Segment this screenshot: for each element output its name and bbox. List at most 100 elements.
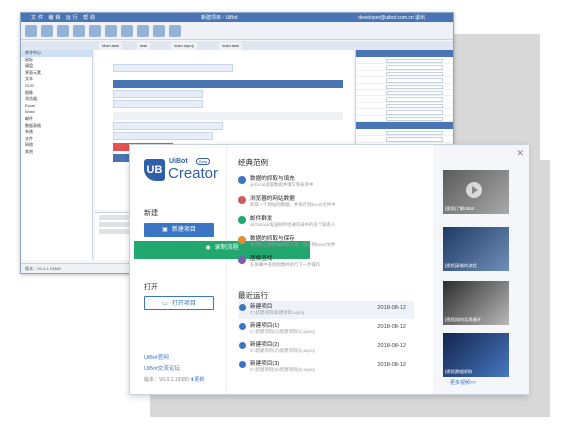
recent-path: C:\新建项目\新建项目.uiproj (250, 310, 304, 315)
flow-step[interactable] (113, 80, 343, 88)
command-tree-item[interactable]: 网络 (21, 142, 92, 149)
video-thumbnail[interactable]: [视频]了解UiBot (443, 170, 509, 214)
open-project-button[interactable]: ▭ 打开项目 (144, 296, 214, 310)
ide-menu[interactable]: 文件 编辑 运行 帮助 (31, 14, 97, 21)
example-desc: 将网页上的数据抓取下来，保存到Excel文件 (250, 242, 336, 247)
command-tree: 命令中心 鼠标 键盘 界面元素 文本 OCR 图像 浏览器 Excel Word… (21, 50, 93, 260)
new-project-button[interactable]: ▣ 新建项目 (144, 223, 214, 237)
examples-title: 经典范例 (238, 158, 268, 167)
command-tree-item[interactable]: 系统 (21, 129, 92, 136)
project-icon (239, 361, 246, 368)
example-icon (238, 256, 246, 264)
property-row[interactable] (356, 116, 453, 122)
command-tree-header: 命令中心 (21, 50, 92, 57)
command-tree-item[interactable]: Excel (21, 103, 92, 110)
drop-shadow (150, 395, 550, 417)
logo-creator: Creator (168, 165, 219, 182)
new-project-label: 新建项目 (171, 227, 196, 233)
command-tree-item[interactable]: 文本 (21, 76, 92, 83)
export-icon[interactable] (137, 24, 149, 37)
recent-date: 2018-08-12 (377, 362, 406, 368)
recent-name: 新建项目(3) (250, 361, 280, 367)
open-project-label: 打开项目 (171, 301, 196, 307)
play-icon[interactable] (466, 182, 482, 198)
video-caption: [视频]数据抓取 (445, 369, 473, 374)
ide-user[interactable]: developer@uibot.com.cn 退出 (358, 14, 425, 21)
example-desc: 从Excel读取数据并填写到表单中 (250, 182, 314, 187)
run-icon[interactable] (89, 24, 101, 37)
video-thumbnail[interactable]: [视频]如何实现循环 (443, 281, 509, 325)
recent-name: 新建项目 (250, 304, 273, 310)
recent-item[interactable]: 新建项目 C:\新建项目\新建项目.uiproj 2018-08-12 (238, 301, 414, 319)
forum-link[interactable]: UiBot交流论坛 (144, 364, 180, 372)
recent-name: 新建项目(2) (250, 342, 280, 348)
stop-icon[interactable] (121, 24, 133, 37)
official-site-link[interactable]: UiBot官网 (144, 353, 169, 361)
new-file-icon: ▣ (162, 227, 168, 233)
video-caption: [视频]录制的流程 (445, 263, 477, 268)
example-icon (238, 236, 246, 244)
video-thumbnail[interactable]: [视频]数据抓取 (443, 333, 509, 377)
example-title: 邮件群发 (250, 216, 273, 222)
property-header (356, 50, 453, 57)
example-item[interactable]: 邮件群发 从Outlook发送邮件给通讯录中的多个联系人 (238, 213, 413, 233)
flow-step[interactable] (113, 64, 233, 72)
save-icon[interactable] (25, 24, 37, 37)
help-icon[interactable] (169, 24, 181, 37)
record-icon[interactable] (73, 24, 85, 37)
recent-title: 最近运行 (238, 291, 268, 300)
example-item[interactable]: 图像查找 在屏幕中查找图像并进行下一步操作 (238, 253, 413, 273)
flow-step[interactable] (113, 122, 223, 130)
ide-title: 新建项目 - UiBot (201, 15, 238, 21)
recent-item[interactable]: 新建项目(2) C:\新建项目(2)\新建项目(2).uiproj 2018-0… (238, 339, 414, 357)
recent-path: C:\新建项目(3)\新建项目(3).uiproj (250, 367, 315, 372)
video-caption: [视频]如何实现循环 (445, 317, 481, 322)
version-label: 版本：V0.0.1.19380 (144, 377, 189, 383)
drop-shadow (528, 160, 550, 417)
command-tree-item[interactable]: Word (21, 109, 92, 116)
recent-item[interactable]: 新建项目(1) C:\新建项目(1)\新建项目(1).uiproj 2018-0… (238, 320, 414, 338)
settings-icon[interactable] (153, 24, 165, 37)
command-tree-item[interactable]: 邮件 (21, 116, 92, 123)
recent-path: C:\新建项目(2)\新建项目(2).uiproj (250, 348, 315, 353)
example-title: 数据的抓取与保存 (250, 236, 295, 242)
ide-tab[interactable]: main.uiproj (171, 42, 197, 50)
example-item[interactable]: 数据的抓取与填充 从Excel读取数据并填写到表单中 (238, 173, 413, 193)
example-desc: 抓取一个网站的数据，并保存到Excel文件中 (250, 202, 336, 207)
recent-date: 2018-08-12 (377, 305, 406, 311)
ide-tab[interactable]: Main.task (99, 42, 123, 50)
redo-icon[interactable] (57, 24, 69, 37)
project-icon (239, 342, 246, 349)
example-desc: 在屏幕中查找图像并进行下一步操作 (250, 262, 321, 267)
example-icon (238, 216, 246, 224)
example-item[interactable]: 数据的抓取与保存 将网页上的数据抓取下来，保存到Excel文件 (238, 233, 413, 253)
more-videos-link[interactable]: 更多视频>> (450, 379, 476, 386)
ide-toolbar (21, 22, 453, 40)
new-section-title: 新建 (144, 210, 158, 217)
flow-step[interactable] (113, 90, 203, 98)
recent-item[interactable]: 新建项目(3) C:\新建项目(3)\新建项目(3).uiproj 2018-0… (238, 358, 414, 376)
flow-step[interactable] (113, 132, 213, 140)
project-icon (239, 323, 246, 330)
command-tree-item[interactable]: OCR (21, 83, 92, 90)
ide-tab[interactable]: task (137, 42, 151, 50)
flow-step[interactable] (113, 112, 343, 120)
close-icon[interactable]: ✕ (516, 148, 524, 159)
update-link[interactable]: ⬆更新 (190, 377, 204, 383)
recent-date: 2018-08-12 (377, 324, 406, 330)
ide-tabbar: Main.task task main.uiproj main.task (21, 41, 453, 50)
example-title: 数据的抓取与填充 (250, 176, 295, 182)
command-tree-item[interactable]: 浏览器 (21, 96, 92, 103)
flow-step[interactable] (113, 100, 203, 108)
property-header (356, 121, 453, 129)
uibot-logo: UB UiBot Beta Creator (144, 157, 220, 189)
debug-icon[interactable] (105, 24, 117, 37)
welcome-main: 经典范例 数据的抓取与填充 从Excel读取数据并填写到表单中 浏览器的网站数据… (234, 145, 421, 394)
undo-icon[interactable] (41, 24, 53, 37)
command-tree-item[interactable]: 键盘 (21, 63, 92, 70)
example-item[interactable]: 浏览器的网站数据 抓取一个网站的数据，并保存到Excel文件中 (238, 193, 413, 213)
example-icon (238, 196, 246, 204)
ide-tab[interactable]: main.task (219, 42, 243, 50)
command-tree-item[interactable]: 其他 (21, 149, 92, 156)
video-thumbnail[interactable]: [视频]录制的流程 (443, 227, 509, 271)
